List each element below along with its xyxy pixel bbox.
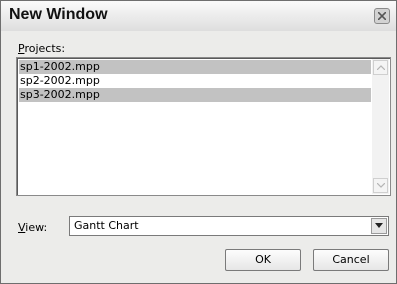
list-item[interactable]: sp1-2002.mpp [19, 60, 371, 74]
chevron-down-icon [377, 183, 385, 188]
ok-button[interactable]: OK [225, 249, 301, 271]
close-button[interactable] [374, 8, 390, 24]
close-icon [378, 12, 386, 20]
cancel-button[interactable]: Cancel [313, 249, 389, 271]
scroll-down-button[interactable] [373, 178, 388, 193]
view-dropdown-button[interactable] [371, 218, 387, 234]
view-select-value: Gantt Chart [74, 219, 139, 232]
vertical-scrollbar[interactable] [372, 59, 389, 194]
view-select[interactable]: Gantt Chart [69, 216, 389, 236]
scroll-up-button[interactable] [373, 60, 388, 75]
chevron-up-icon [377, 65, 385, 70]
title-bar[interactable]: New Window [1, 1, 396, 31]
list-item[interactable]: sp3-2002.mpp [19, 88, 371, 102]
view-label: View: [18, 221, 48, 234]
list-item[interactable]: sp2-2002.mpp [19, 74, 371, 88]
projects-label: Projects: [18, 42, 66, 55]
projects-listbox[interactable]: sp1-2002.mpp sp2-2002.mpp sp3-2002.mpp [16, 57, 391, 196]
caret-down-icon [375, 223, 383, 228]
dialog-title: New Window [9, 6, 108, 23]
new-window-dialog: New Window Projects: sp1-2002.mpp sp2-20… [0, 0, 397, 284]
